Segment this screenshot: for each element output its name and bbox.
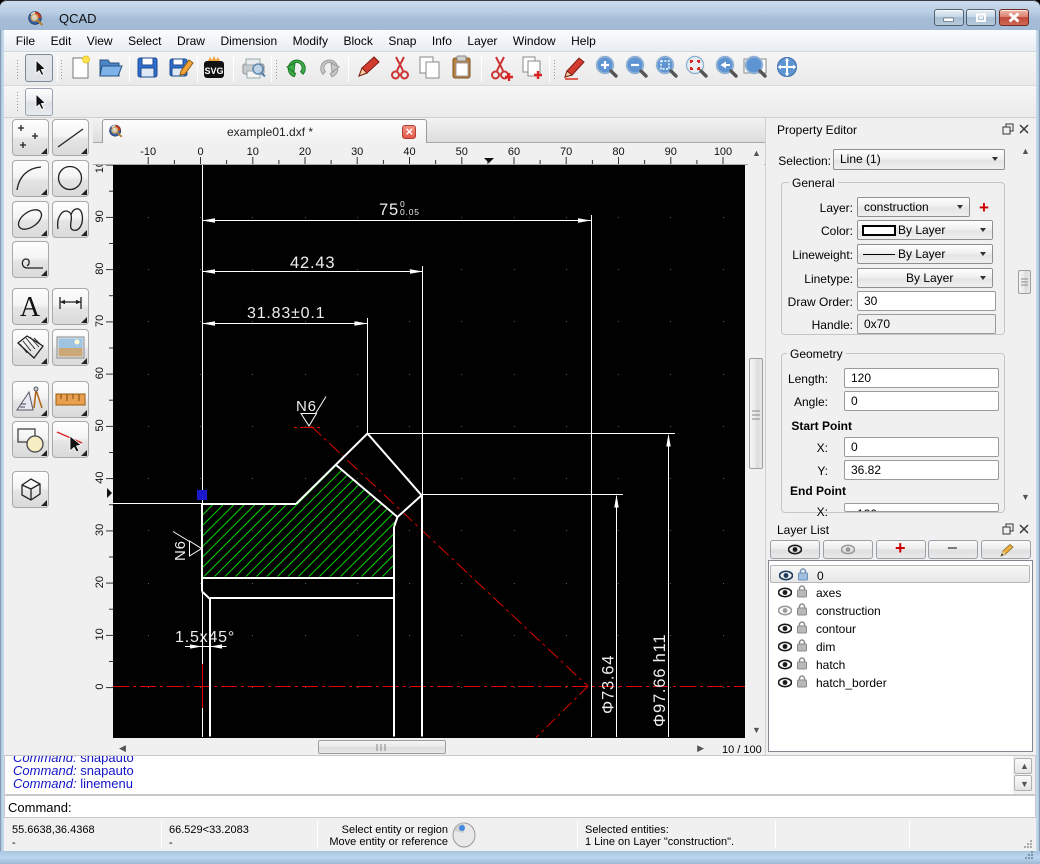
svg-text:20: 20 xyxy=(299,146,311,158)
svg-text:60: 60 xyxy=(94,367,106,379)
svg-text:80: 80 xyxy=(612,146,624,158)
svg-text:80: 80 xyxy=(94,262,106,274)
svg-text:1.5x45°: 1.5x45° xyxy=(175,629,235,646)
svg-text:40: 40 xyxy=(94,471,106,483)
svg-text:50: 50 xyxy=(456,146,468,158)
svg-text:31.83±0.1: 31.83±0.1 xyxy=(247,305,325,322)
svg-text:N6: N6 xyxy=(172,540,189,561)
svg-text:42.43: 42.43 xyxy=(290,254,335,272)
svg-text:30: 30 xyxy=(94,524,106,536)
svg-text:40: 40 xyxy=(403,146,415,158)
svg-text:70: 70 xyxy=(94,315,106,327)
svg-text:Φ97.66 h11: Φ97.66 h11 xyxy=(651,634,669,727)
svg-text:Φ73.64: Φ73.64 xyxy=(600,655,618,714)
svg-text:0.05: 0.05 xyxy=(400,207,420,217)
svg-text:90: 90 xyxy=(665,146,677,158)
svg-text:60: 60 xyxy=(508,146,520,158)
svg-text:0: 0 xyxy=(197,146,203,158)
svg-text:90: 90 xyxy=(94,210,106,222)
svg-text:70: 70 xyxy=(560,146,572,158)
svg-text:N6: N6 xyxy=(296,398,317,415)
svg-text:20: 20 xyxy=(94,576,106,588)
svg-text:10: 10 xyxy=(247,146,259,158)
svg-text:30: 30 xyxy=(351,146,363,158)
svg-text:A: A xyxy=(20,292,41,323)
svg-text:0: 0 xyxy=(94,684,106,690)
svg-text:SVG: SVG xyxy=(204,66,223,76)
svg-text:10: 10 xyxy=(94,628,106,640)
svg-text:50: 50 xyxy=(94,419,106,431)
svg-text:100: 100 xyxy=(714,146,732,158)
svg-text:100: 100 xyxy=(94,165,106,173)
svg-text:75: 75 xyxy=(379,201,399,219)
svg-text:-10: -10 xyxy=(140,146,156,158)
